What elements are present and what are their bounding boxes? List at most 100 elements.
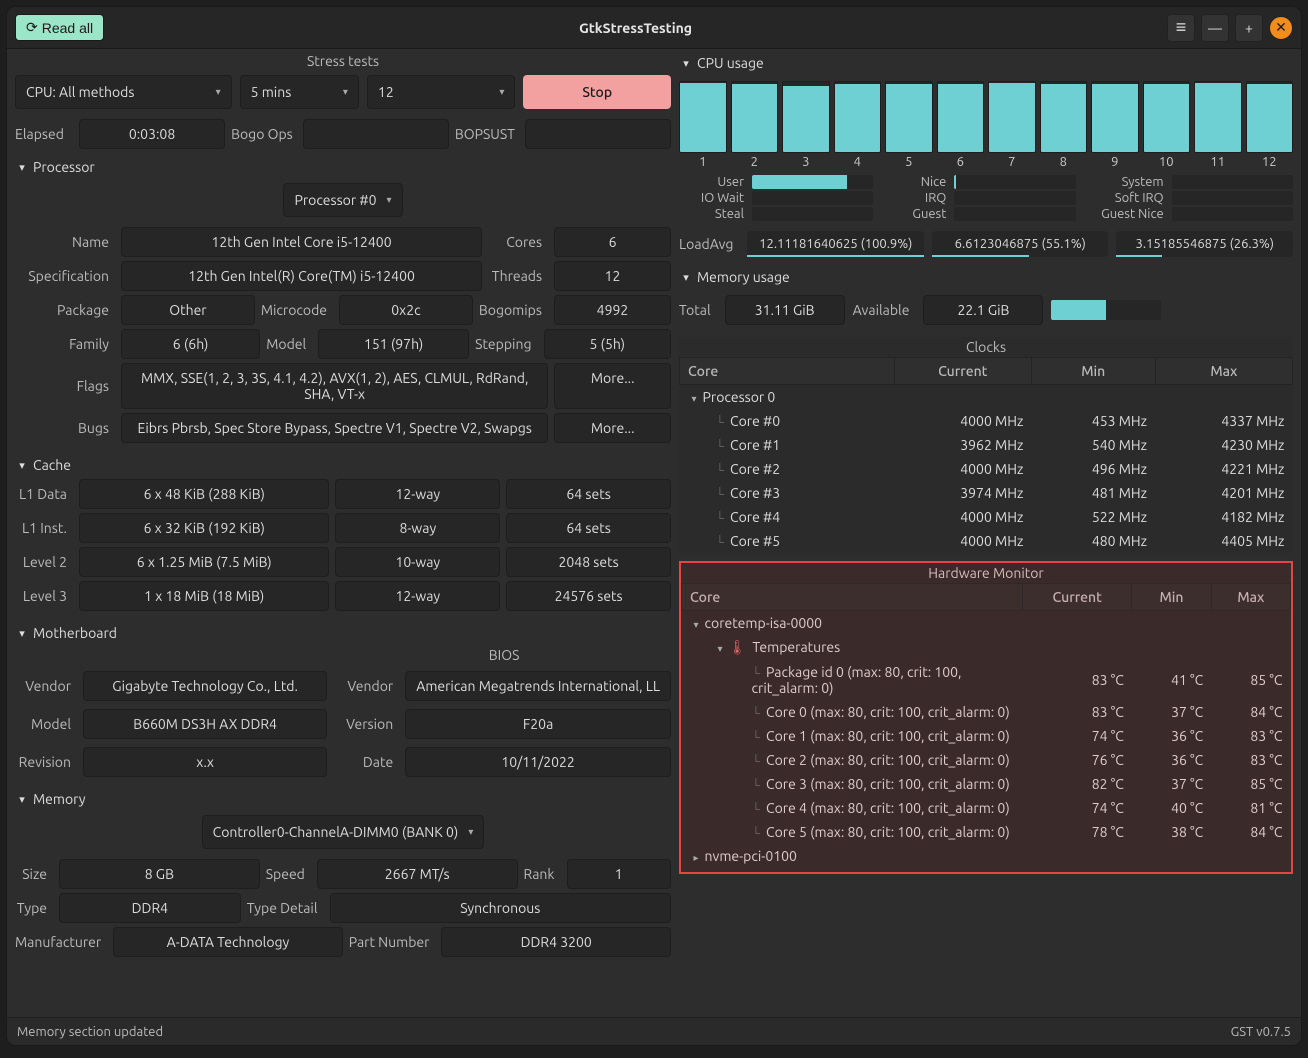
clocks-row[interactable]: └Core #33974 MHz481 MHz4201 MHz <box>680 481 1293 505</box>
cache-section-header[interactable]: ▾ Cache <box>15 455 671 475</box>
cpu-core-label: 2 <box>751 155 758 169</box>
cpu-core-label: 12 <box>1262 155 1277 169</box>
cache-size-value: 1 x 18 MiB (18 MiB) <box>79 581 329 611</box>
proc-family-label: Family <box>15 329 115 359</box>
memory-usage-section-header[interactable]: ▾ Memory usage <box>679 267 1293 287</box>
read-all-label: Read all <box>42 20 93 36</box>
maximize-button[interactable]: + <box>1235 14 1263 42</box>
caret-down-icon: ▾ <box>679 271 693 284</box>
clocks-column-header[interactable]: Min <box>1031 358 1155 385</box>
memory-header-label: Memory <box>33 791 86 807</box>
caret-down-icon: ▾ <box>15 793 29 806</box>
cpu-core-label: 4 <box>854 155 861 169</box>
hwmon-temp-row[interactable]: └Core 3 (max: 80, crit: 100, crit_alarm:… <box>682 772 1291 796</box>
stop-label: Stop <box>582 84 612 100</box>
clocks-row[interactable]: └Core #04000 MHz453 MHz4337 MHz <box>680 409 1293 433</box>
proc-microcode-label: Microcode <box>261 295 333 325</box>
processor-selector-combo[interactable]: Processor #0▾ <box>283 183 402 217</box>
proc-flags-more-button[interactable]: More... <box>554 363 671 409</box>
cache-way-value: 8-way <box>335 513 500 543</box>
cpu-core-bar <box>1143 81 1191 153</box>
mem-partnumber-value: DDR4 3200 <box>441 927 671 957</box>
clocks-column-header[interactable]: Max <box>1155 358 1292 385</box>
memory-selector-combo[interactable]: Controller0-ChannelA-DIMM0 (BANK 0)▾ <box>202 815 485 849</box>
hwmon-temp-row[interactable]: └Core 1 (max: 80, crit: 100, crit_alarm:… <box>682 724 1291 748</box>
cache-sets-value: 64 sets <box>506 513 671 543</box>
proc-spec-value: 12th Gen Intel(R) Core(TM) i5-12400 <box>121 261 482 291</box>
hwmon-temp-row[interactable]: └Core 2 (max: 80, crit: 100, crit_alarm:… <box>682 748 1291 772</box>
bios-vendor-value: American Megatrends International, LL <box>405 671 671 701</box>
loadavg-label: LoadAvg <box>679 236 739 252</box>
proc-name-value: 12th Gen Intel Core i5-12400 <box>121 227 482 257</box>
hwmon-temps-row[interactable]: ▾🌡Temperatures <box>682 635 1023 660</box>
cache-row-label: Level 2 <box>15 547 73 577</box>
read-all-button[interactable]: ⟳ Read all <box>15 14 104 41</box>
close-button[interactable]: ✕ <box>1269 16 1293 40</box>
hwmon-column-header[interactable]: Current <box>1023 584 1132 611</box>
cpu-core-label: 5 <box>905 155 912 169</box>
hwmon-temp-row[interactable]: └Core 0 (max: 80, crit: 100, crit_alarm:… <box>682 700 1291 724</box>
refresh-icon: ⟳ <box>26 19 38 36</box>
clocks-column-header[interactable]: Current <box>894 358 1031 385</box>
proc-family-value: 6 (6h) <box>121 329 260 359</box>
mem-typedetail-label: Type Detail <box>247 893 324 923</box>
hwmon-column-header[interactable]: Max <box>1211 584 1290 611</box>
cache-sets-value: 64 sets <box>506 479 671 509</box>
cpu-core-label: 7 <box>1008 155 1015 169</box>
stress-duration-combo[interactable]: 5 mins▾ <box>240 75 359 109</box>
bogo-label: Bogo Ops <box>231 119 297 149</box>
cache-size-value: 6 x 32 KiB (192 KiB) <box>79 513 329 543</box>
clocks-row[interactable]: └Core #54000 MHz480 MHz4405 MHz <box>680 529 1293 553</box>
clocks-row[interactable]: └Core #24000 MHz496 MHz4221 MHz <box>680 457 1293 481</box>
memory-usage-header-label: Memory usage <box>697 269 790 285</box>
elapsed-label: Elapsed <box>15 119 73 149</box>
processor-header-label: Processor <box>33 159 95 175</box>
stop-button[interactable]: Stop <box>523 75 671 109</box>
usage-label: Guest <box>881 207 946 221</box>
bopsust-value <box>525 119 671 149</box>
processor-section-header[interactable]: ▾ Processor <box>15 157 671 177</box>
hwmon-column-header[interactable]: Min <box>1132 584 1211 611</box>
proc-bugs-more-button[interactable]: More... <box>554 413 671 443</box>
caret-down-icon: ▾ <box>15 161 29 174</box>
statusbar: Memory section updated GST v0.7.5 <box>7 1017 1301 1045</box>
hwmon-temp-row[interactable]: └Package id 0 (max: 80, crit: 100, crit_… <box>682 660 1291 700</box>
chevron-down-icon: ▾ <box>343 86 348 98</box>
minimize-button[interactable]: — <box>1201 14 1229 42</box>
hwmon-temp-row[interactable]: └Core 5 (max: 80, crit: 100, crit_alarm:… <box>682 820 1291 844</box>
cpu-usage-section-header[interactable]: ▾ CPU usage <box>679 53 1293 73</box>
cpu-core-bar <box>885 81 933 153</box>
clocks-column-header[interactable]: Core <box>680 358 895 385</box>
menu-button[interactable]: ≡ <box>1167 14 1195 42</box>
clocks-table: CoreCurrentMinMax ▾Processor 0└Core #040… <box>679 357 1293 553</box>
bios-date-value: 10/11/2022 <box>405 747 671 777</box>
clocks-row[interactable]: └Core #44000 MHz522 MHz4182 MHz <box>680 505 1293 529</box>
proc-bugs-label: Bugs <box>15 413 115 443</box>
stress-method-combo[interactable]: CPU: All methods▾ <box>15 75 232 109</box>
stress-method-label: CPU: All methods <box>26 84 134 100</box>
mem-speed-value: 2667 MT/s <box>317 859 518 889</box>
hwmon-column-header[interactable]: Core <box>682 584 1023 611</box>
proc-stepping-label: Stepping <box>475 329 537 359</box>
cache-row-label: Level 3 <box>15 581 73 611</box>
thermometer-icon: 🌡 <box>729 639 747 655</box>
motherboard-section-header[interactable]: ▾ Motherboard <box>15 623 671 643</box>
usage-bar <box>1172 207 1293 221</box>
mem-manufacturer-label: Manufacturer <box>15 927 107 957</box>
stress-title: Stress tests <box>15 53 671 69</box>
proc-spec-label: Specification <box>15 261 115 291</box>
cpu-core-bar <box>782 81 830 153</box>
mem-rank-value: 1 <box>567 859 671 889</box>
clocks-group-row[interactable]: ▾Processor 0 <box>680 385 895 410</box>
hwmon-temp-row[interactable]: └Core 4 (max: 80, crit: 100, crit_alarm:… <box>682 796 1291 820</box>
proc-microcode-value: 0x2c <box>339 295 473 325</box>
hwmon-chip-row[interactable]: ▾coretemp-isa-0000 <box>682 611 1023 636</box>
proc-bugs-value: Eibrs Pbrsb, Spec Store Bypass, Spectre … <box>121 413 548 443</box>
clocks-row[interactable]: └Core #13962 MHz540 MHz4230 MHz <box>680 433 1293 457</box>
stress-workers-combo[interactable]: 12▾ <box>367 75 516 109</box>
hwmon-nvme-row[interactable]: ▸nvme-pci-0100 <box>682 844 1023 868</box>
cpu-core-bar <box>1194 81 1242 153</box>
mem-size-label: Size <box>15 859 53 889</box>
memory-section-header[interactable]: ▾ Memory <box>15 789 671 809</box>
cache-sets-value: 2048 sets <box>506 547 671 577</box>
